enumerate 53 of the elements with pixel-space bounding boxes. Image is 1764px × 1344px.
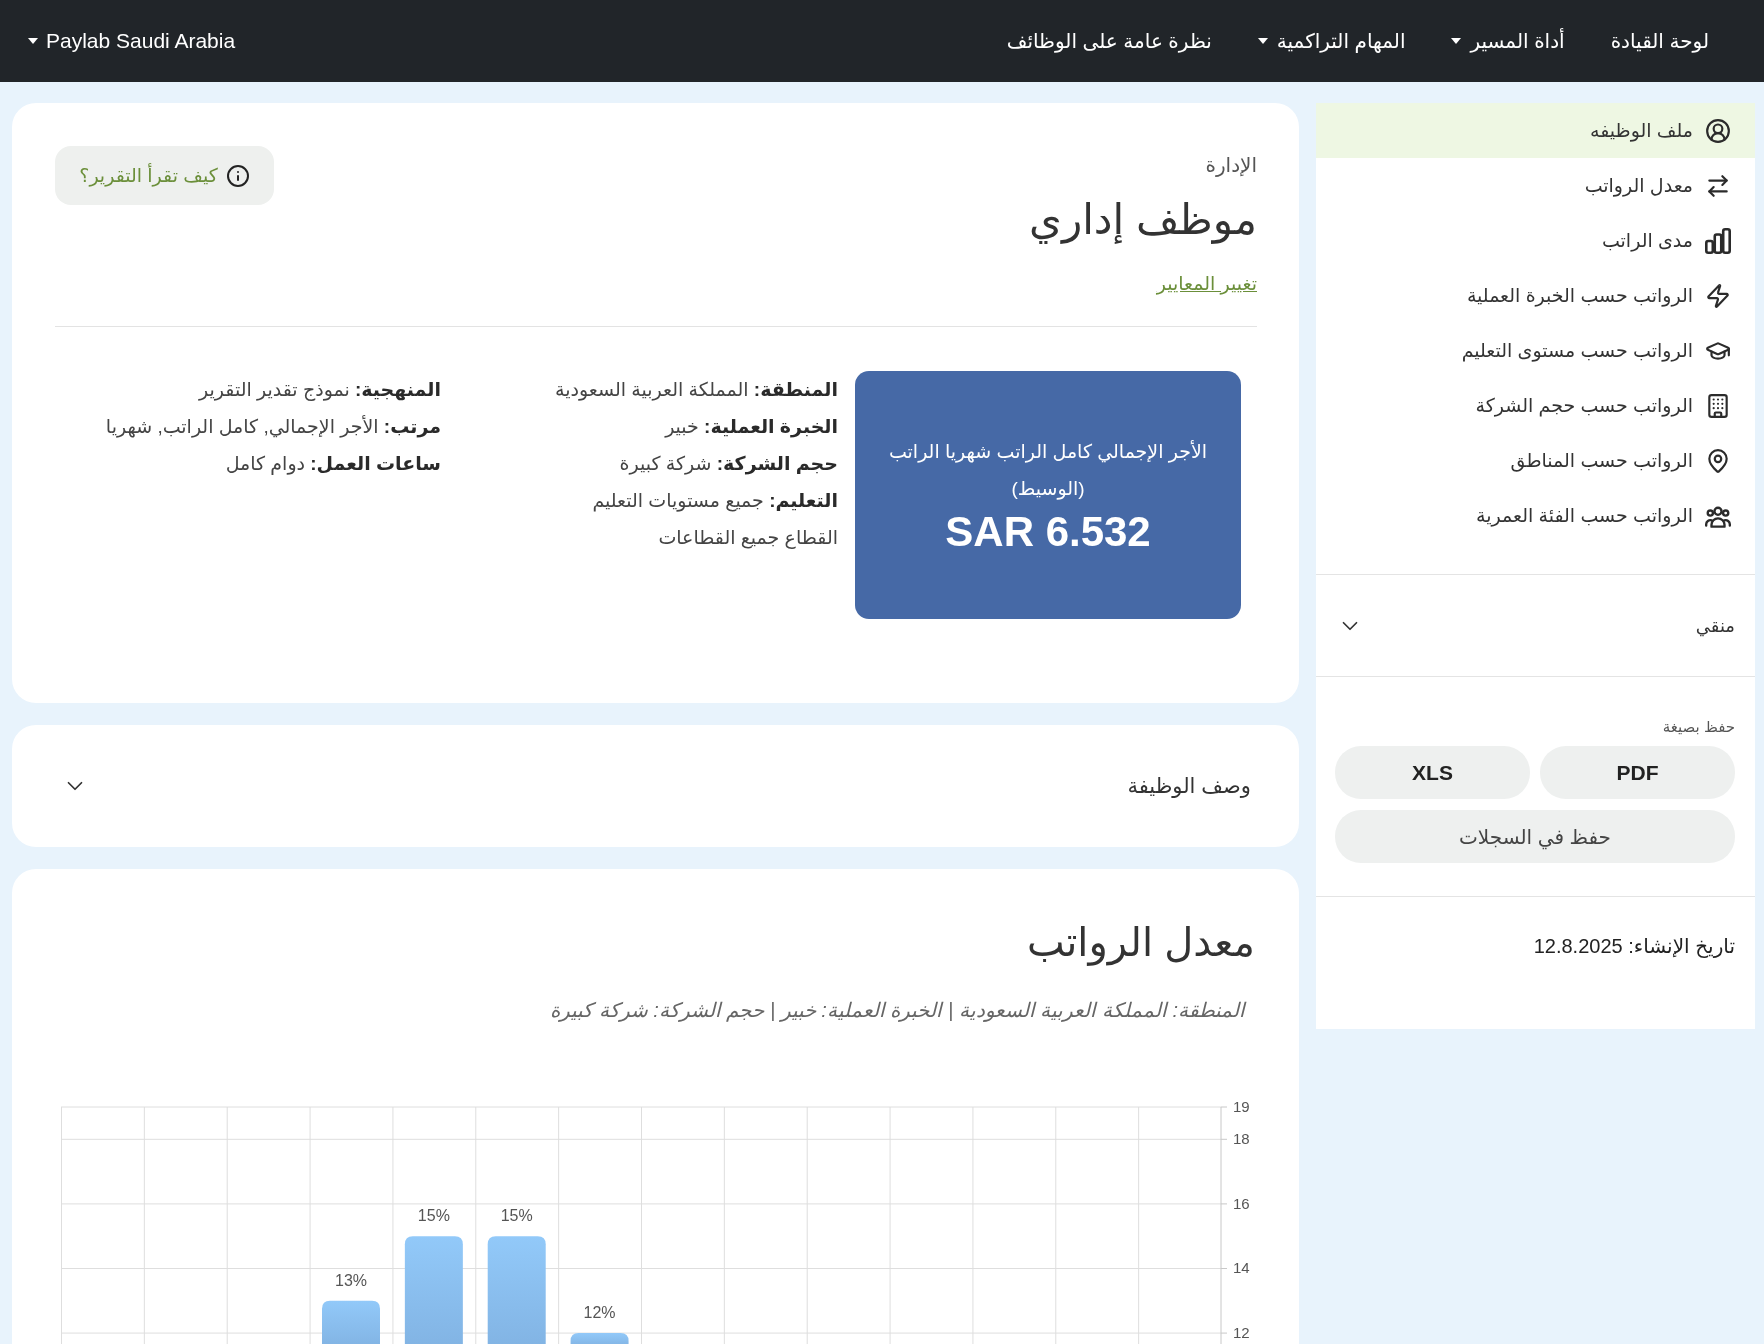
- created-date: تاريخ الإنشاء: 12.8.2025: [1532, 934, 1736, 960]
- bar-value-label: 15%: [500, 1207, 533, 1225]
- criteria-line: التعليم: جميع مستويات التعليم: [592, 489, 838, 514]
- sidebar-item[interactable]: الرواتب حسب الفئة العمرية: [1316, 488, 1755, 543]
- save-records-button[interactable]: حفظ في السجلات: [1335, 810, 1735, 863]
- criteria-line: الخبرة العملية: خبير: [665, 415, 838, 440]
- section-title: معدل الرواتب: [1026, 919, 1255, 968]
- bar-value-label: 15%: [417, 1207, 450, 1225]
- format-button[interactable]: XLS: [1335, 746, 1530, 799]
- user-circle-icon: [1705, 117, 1731, 144]
- bar: [322, 1300, 380, 1344]
- criteria-line: حجم الشركة: شركة كبيرة: [619, 452, 838, 477]
- criteria-line: المنطقة: المملكة العربية السعودية: [555, 378, 838, 403]
- criteria-line: القطاع جميع القطاعات: [658, 526, 838, 551]
- bar-chart-icon: [1705, 227, 1731, 254]
- lightning-icon: [1705, 282, 1731, 309]
- median-value: SAR 6.532: [945, 507, 1151, 557]
- sidebar-item[interactable]: مدى الراتب: [1316, 213, 1755, 268]
- bar: [570, 1333, 629, 1344]
- sidebar-item[interactable]: معدل الرواتب: [1316, 158, 1755, 213]
- change-criteria-link[interactable]: تغيير المعايير: [1156, 271, 1257, 297]
- map-pin-icon: [1705, 447, 1731, 474]
- median-label: الأجر الإجمالي كامل الراتب شهريا الراتب (الوسيط): [887, 439, 1209, 502]
- info-icon: [225, 163, 250, 188]
- arrows-icon: [1705, 172, 1731, 199]
- job-description-toggle[interactable]: وصف الوظيفة: [12, 725, 1299, 847]
- axis-tick-label: 19: [1233, 1098, 1250, 1115]
- nav-link[interactable]: المهام التراكمية: [1257, 29, 1406, 53]
- nav-link[interactable]: أداة المسير: [1451, 29, 1565, 53]
- report-detail-line: المنهجية: نموذج تقدير التقرير: [199, 378, 441, 403]
- report-detail-line: ساعات العمل: دوام كامل: [225, 452, 441, 477]
- bar-value-label: 13%: [335, 1271, 367, 1289]
- nav-link[interactable]: نظرة عامة على الوظائف: [1006, 29, 1212, 53]
- axis-tick-label: 18: [1233, 1130, 1250, 1148]
- nav-link[interactable]: لوحة القيادة: [1610, 29, 1709, 53]
- axis-tick-label: 12: [1233, 1324, 1250, 1342]
- format-button[interactable]: PDF: [1540, 746, 1735, 799]
- category-label: الإدارة: [1205, 153, 1257, 179]
- export-label: حفظ بصيغة: [1661, 717, 1735, 737]
- sidebar-item[interactable]: الرواتب حسب الخبرة العملية: [1316, 268, 1755, 323]
- sidebar-item[interactable]: الرواتب حسب حجم الشركة: [1316, 378, 1755, 433]
- chart-subtitle: المنطقة: المملكة العربية السعودية | الخبرة العملية: خبير | حجم الشركة: شركة كبيرة: [550, 998, 1245, 1024]
- site-menu[interactable]: Paylab Saudi Arabia: [28, 29, 236, 53]
- filter-toggle[interactable]: منقي: [1316, 575, 1755, 676]
- bar-value-label: 12%: [583, 1304, 616, 1322]
- axis-tick-label: 14: [1233, 1259, 1250, 1277]
- sidebar-item[interactable]: الرواتب حسب المناطق: [1316, 433, 1755, 488]
- report-detail-line: مرتب: الأجر الإجمالي, كامل الراتب, شهريا: [105, 414, 441, 440]
- sidebar-item[interactable]: ملف الوظيفه: [1316, 103, 1755, 158]
- job-title: موظف إداري: [1029, 195, 1257, 246]
- building-icon: [1705, 392, 1731, 419]
- axis-tick-label: 16: [1233, 1194, 1250, 1212]
- sidebar-item[interactable]: الرواتب حسب مستوى التعليم: [1316, 323, 1755, 378]
